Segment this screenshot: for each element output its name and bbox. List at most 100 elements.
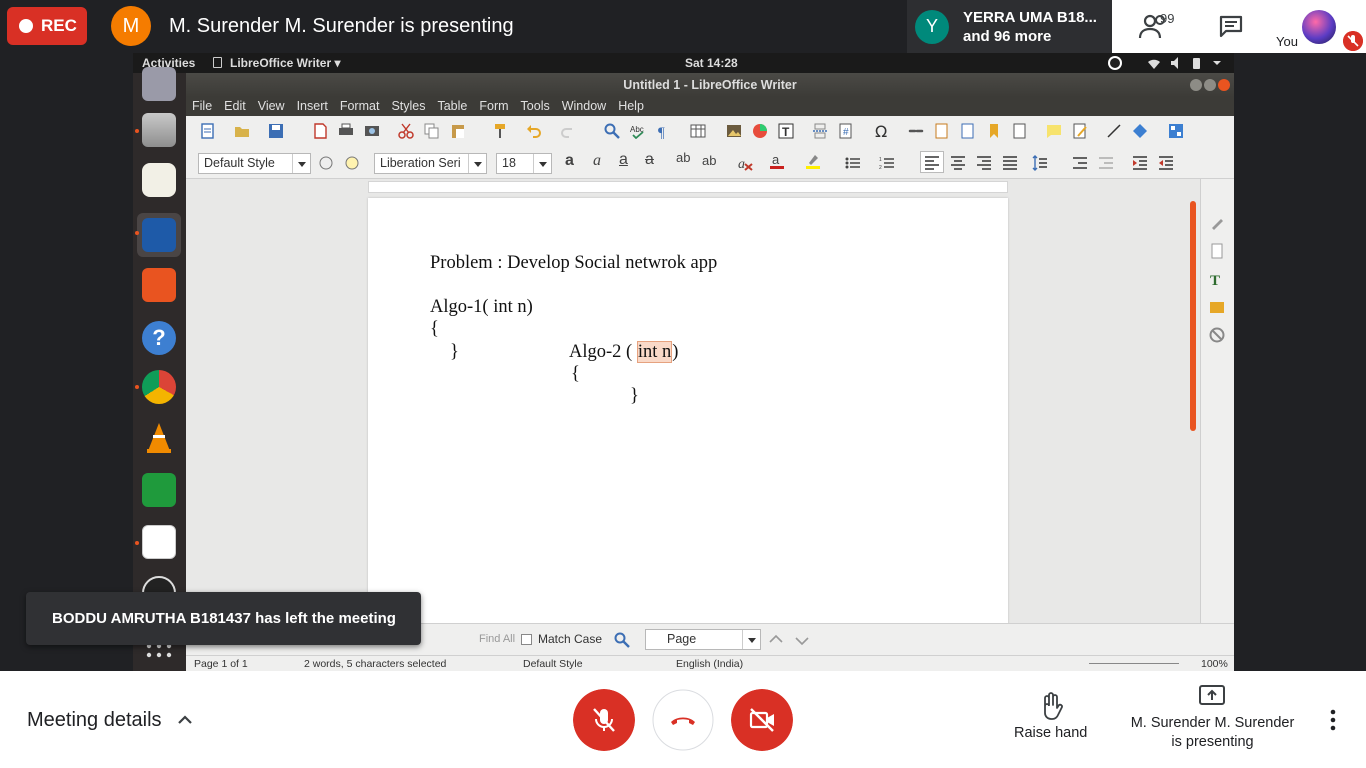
line-spacing-icon[interactable] <box>1032 155 1048 171</box>
align-left-icon[interactable] <box>924 155 940 171</box>
print-preview-icon[interactable] <box>364 123 380 139</box>
match-case-checkbox[interactable] <box>521 634 532 645</box>
raise-hand-label[interactable]: Raise hand <box>1014 725 1087 741</box>
zoom-slider[interactable] <box>1089 663 1179 664</box>
insert-chart-icon[interactable] <box>752 123 768 139</box>
find-replace-icon[interactable] <box>604 123 620 139</box>
app-menu[interactable]: LibreOffice Writer ▾ <box>230 56 341 70</box>
rhythmbox-icon[interactable] <box>142 163 176 197</box>
bold-icon[interactable]: a <box>565 152 574 170</box>
insert-line-icon[interactable] <box>1106 123 1122 139</box>
formatting-marks-icon[interactable]: ¶ <box>656 123 672 139</box>
endnote-icon[interactable] <box>960 123 976 139</box>
bookmark-icon[interactable] <box>986 123 1002 139</box>
font-name-select[interactable]: Liberation Seri <box>374 153 487 174</box>
insert-table-icon[interactable] <box>690 123 706 139</box>
status-language[interactable]: English (India) <box>676 658 743 670</box>
insert-field-icon[interactable]: # <box>838 123 854 139</box>
selected-text[interactable]: int n <box>636 341 673 363</box>
status-page[interactable]: Page 1 of 1 <box>194 658 248 670</box>
system-tray-icon[interactable] <box>1147 56 1225 70</box>
file-manager-icon[interactable] <box>142 113 176 147</box>
page-break-icon[interactable] <box>812 123 828 139</box>
page-icon[interactable] <box>1209 243 1225 259</box>
camera-toggle-button[interactable] <box>731 689 793 751</box>
properties-icon[interactable] <box>1209 215 1225 231</box>
vlc-icon[interactable] <box>142 421 176 455</box>
font-size-select[interactable]: 18 <box>496 153 552 174</box>
underline-icon[interactable]: a <box>619 151 628 169</box>
insert-textbox-icon[interactable]: T <box>778 123 794 139</box>
menu-view[interactable]: View <box>252 97 291 116</box>
cut-icon[interactable] <box>398 123 414 139</box>
participant-chip[interactable]: Y YERRA UMA B18... and 96 more <box>907 0 1112 53</box>
document-viewer-icon[interactable] <box>142 525 176 559</box>
status-word-count[interactable]: 2 words, 5 characters selected <box>304 658 446 670</box>
close-icon[interactable] <box>1218 79 1230 91</box>
justify-icon[interactable] <box>1002 155 1018 171</box>
chevron-up-icon[interactable] <box>177 713 193 725</box>
open-icon[interactable] <box>234 123 250 139</box>
menu-file[interactable]: File <box>186 97 218 116</box>
cross-reference-icon[interactable] <box>1012 123 1028 139</box>
help-icon[interactable]: ? <box>142 321 176 355</box>
vertical-scrollbar[interactable] <box>1190 201 1196 431</box>
menu-table[interactable]: Table <box>431 97 473 116</box>
chrome-icon[interactable] <box>142 370 176 404</box>
decrease-indent-icon[interactable] <box>1158 155 1174 171</box>
menu-insert[interactable]: Insert <box>291 97 334 116</box>
insert-image-icon[interactable] <box>726 123 742 139</box>
minimize-icon[interactable] <box>1190 79 1202 91</box>
superscript-icon[interactable]: ab <box>676 150 690 165</box>
meeting-details-button[interactable]: Meeting details <box>27 709 162 732</box>
menu-window[interactable]: Window <box>556 97 612 116</box>
horizontal-ruler[interactable] <box>368 181 1008 193</box>
raise-hand-icon[interactable] <box>1038 692 1064 720</box>
strikethrough-icon[interactable]: a <box>645 151 654 169</box>
search-type-select[interactable]: Page <box>645 629 761 650</box>
mic-toggle-button[interactable] <box>573 689 635 751</box>
navigator-icon[interactable] <box>1209 327 1225 343</box>
paste-icon[interactable] <box>450 123 466 139</box>
increase-indent-icon[interactable] <box>1132 155 1148 171</box>
gallery-icon[interactable] <box>1209 299 1225 315</box>
software-center-icon[interactable] <box>142 268 176 302</box>
comment-icon[interactable] <box>1046 123 1062 139</box>
align-right-icon[interactable] <box>976 155 992 171</box>
bullet-list-icon[interactable] <box>845 155 861 171</box>
save-icon[interactable] <box>268 123 284 139</box>
presenting-status[interactable]: M. Surender M. Surender is presenting <box>1120 714 1305 752</box>
redo-icon[interactable] <box>560 123 576 139</box>
find-replace-small-icon[interactable] <box>614 632 630 648</box>
menu-styles[interactable]: Styles <box>385 97 431 116</box>
clear-formatting-icon[interactable]: a <box>737 155 753 171</box>
track-changes-icon[interactable] <box>1072 123 1088 139</box>
print-icon[interactable] <box>338 123 354 139</box>
more-options-icon[interactable] <box>1326 709 1340 731</box>
clock[interactable]: Sat 14:28 <box>685 56 738 70</box>
chat-icon[interactable] <box>1218 14 1244 38</box>
hyperlink-icon[interactable] <box>908 123 924 139</box>
menu-help[interactable]: Help <box>612 97 650 116</box>
menu-edit[interactable]: Edit <box>218 97 252 116</box>
find-all-button[interactable]: Find All <box>479 633 515 645</box>
menu-form[interactable]: Form <box>473 97 514 116</box>
new-style-icon[interactable] <box>344 155 360 171</box>
numbered-list-icon[interactable]: 12 <box>879 155 895 171</box>
italic-icon[interactable]: a <box>593 152 601 170</box>
document-page[interactable]: Problem : Develop Social netwrok app Alg… <box>368 198 1008 628</box>
spelling-icon[interactable]: Abc <box>630 123 646 139</box>
new-document-icon[interactable] <box>200 123 216 139</box>
you-avatar[interactable] <box>1302 10 1336 44</box>
update-style-icon[interactable] <box>318 155 334 171</box>
font-color-icon[interactable]: a <box>769 153 785 169</box>
present-screen-icon[interactable] <box>1199 685 1225 707</box>
clone-formatting-icon[interactable] <box>492 123 508 139</box>
find-previous-icon[interactable] <box>768 632 784 648</box>
increase-paragraph-spacing-icon[interactable] <box>1072 155 1088 171</box>
copy-icon[interactable] <box>424 123 440 139</box>
footnote-icon[interactable] <box>934 123 950 139</box>
draw-functions-icon[interactable] <box>1168 123 1184 139</box>
special-character-icon[interactable]: Ω <box>874 123 890 139</box>
calc-icon[interactable] <box>142 473 176 507</box>
